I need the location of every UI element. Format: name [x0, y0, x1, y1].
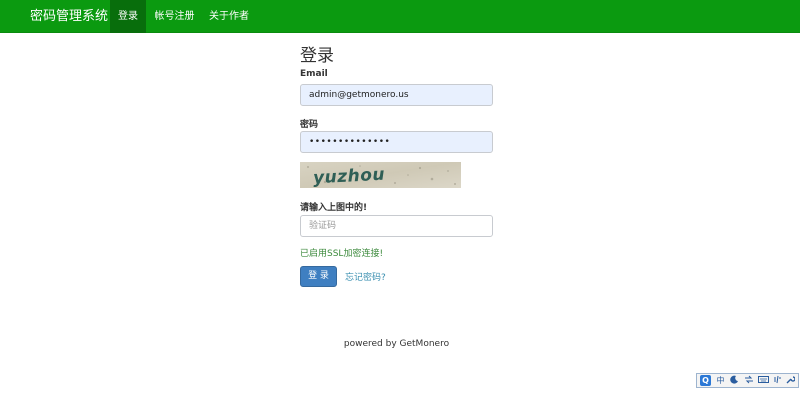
brand-title[interactable]: 密码管理系统 [30, 0, 108, 33]
password-field[interactable]: •••••••••••••• [300, 131, 493, 153]
password-label: 密码 [300, 120, 319, 130]
nav-about[interactable]: 关于作者 [206, 0, 252, 33]
login-button[interactable]: 登 录 [300, 266, 337, 287]
forgot-password-link[interactable]: 忘记密码? [345, 270, 386, 283]
arrows-icon[interactable] [743, 375, 754, 386]
captcha-text: yuzhou [313, 165, 386, 188]
ime-logo-icon[interactable]: Q [700, 375, 711, 386]
navbar: 密码管理系统 登录 帐号注册 关于作者 [0, 0, 800, 33]
ssl-notice: 已启用SSL加密连接! [300, 249, 384, 259]
moon-icon[interactable] [729, 375, 740, 386]
chinese-mode-icon[interactable]: 中 [715, 375, 726, 386]
punctuation-icon[interactable] [772, 375, 783, 386]
ime-toolbar: Q 中 [696, 373, 799, 388]
page-title: 登录 [300, 46, 334, 66]
email-field[interactable]: admin@getmonero.us [300, 84, 493, 106]
wrench-icon[interactable] [785, 375, 796, 386]
keyboard-icon[interactable] [757, 375, 769, 386]
nav-login[interactable]: 登录 [110, 0, 146, 33]
captcha-label: 请输入上图中的! [300, 203, 368, 213]
captcha-input[interactable]: 验证码 [300, 215, 493, 237]
captcha-image[interactable]: yuzhou [300, 162, 461, 188]
email-label: Email [300, 69, 328, 79]
nav-register[interactable]: 帐号注册 [152, 0, 197, 33]
footer-powered-by: powered by GetMonero [343, 339, 450, 349]
